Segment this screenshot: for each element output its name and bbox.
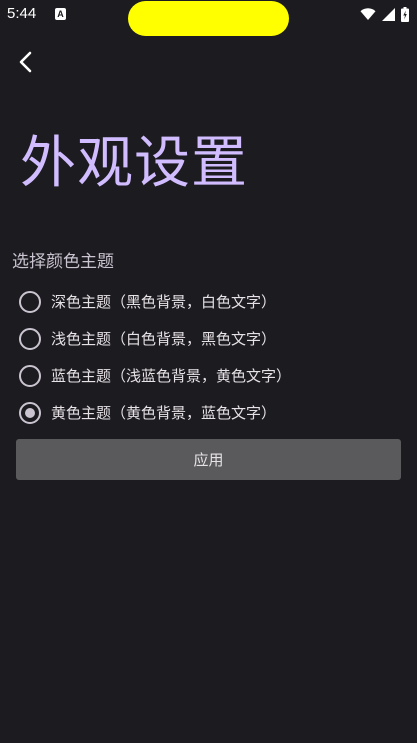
radio-button[interactable]	[19, 401, 41, 424]
app-screen: 5:44 A 外观设置 选择颜色主题 深色主题（黑色背景，白色文字） 浅色主题（…	[0, 0, 417, 743]
theme-option-label: 深色主题（黑色背景，白色文字）	[51, 293, 277, 311]
status-icons	[360, 6, 409, 22]
radio-button[interactable]	[19, 364, 41, 387]
back-button[interactable]	[10, 48, 42, 80]
theme-option-dark[interactable]: 深色主题（黑色背景，白色文字）	[16, 283, 406, 320]
notification-icon: A	[55, 8, 66, 20]
status-time: 5:44	[7, 5, 37, 22]
back-arrow-icon	[16, 50, 36, 78]
battery-icon	[401, 6, 409, 22]
theme-option-label: 浅色主题（白色背景，黑色文字）	[51, 330, 277, 348]
page-title: 外观设置	[20, 131, 248, 196]
theme-section-label: 选择颜色主题	[12, 252, 114, 272]
theme-option-label: 黄色主题（黄色背景，蓝色文字）	[51, 404, 277, 422]
theme-radio-group: 深色主题（黑色背景，白色文字） 浅色主题（白色背景，黑色文字） 蓝色主题（浅蓝色…	[16, 283, 406, 431]
apply-button[interactable]: 应用	[16, 439, 401, 480]
radio-button[interactable]	[19, 290, 41, 313]
radio-button[interactable]	[19, 327, 41, 350]
theme-option-yellow[interactable]: 黄色主题（黄色背景，蓝色文字）	[16, 394, 406, 431]
camera-cutout	[128, 1, 289, 36]
status-bar: 5:44 A	[0, 0, 417, 36]
wifi-icon	[360, 7, 376, 21]
theme-option-light[interactable]: 浅色主题（白色背景，黑色文字）	[16, 320, 406, 357]
theme-option-blue[interactable]: 蓝色主题（浅蓝色背景，黄色文字）	[16, 357, 406, 394]
theme-option-label: 蓝色主题（浅蓝色背景，黄色文字）	[51, 367, 292, 385]
signal-icon	[382, 7, 395, 21]
